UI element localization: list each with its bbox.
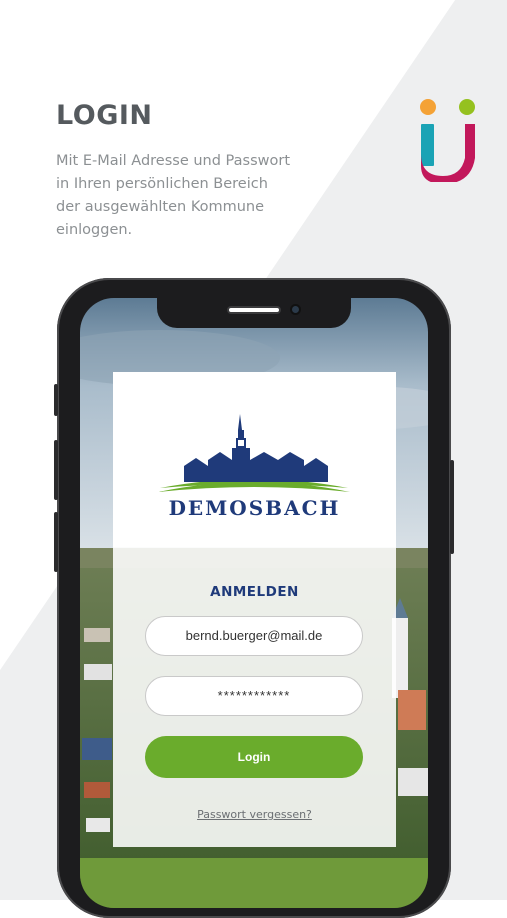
description-line: Mit E-Mail Adresse und Passwort xyxy=(56,153,291,169)
password-field[interactable]: ************ xyxy=(145,676,363,716)
page-description: Mit E-Mail Adresse und Passwort in Ihren… xyxy=(56,150,326,242)
town-name: DEMOSBACH xyxy=(168,496,341,520)
phone-speaker xyxy=(227,306,281,314)
description-line: in Ihren persönlichen Bereich xyxy=(56,176,268,192)
description-line: der ausgewählten Kommune xyxy=(56,199,265,215)
phone-side-button xyxy=(54,440,58,500)
forgot-password-link[interactable]: Passwort vergessen? xyxy=(113,808,396,821)
phone-side-button xyxy=(450,460,454,554)
login-button[interactable]: Login xyxy=(145,736,363,778)
phone-side-button xyxy=(54,384,58,416)
form-title: ANMELDEN xyxy=(210,584,299,600)
email-field[interactable]: bernd.buerger@mail.de xyxy=(145,616,363,656)
login-card: DEMOSBACH ANMELDEN bernd.buerger@mail.de… xyxy=(113,372,396,847)
page-heading: LOGIN xyxy=(56,100,153,131)
town-logo-icon xyxy=(158,414,350,492)
phone-camera xyxy=(290,304,301,315)
phone-side-button xyxy=(54,512,58,572)
description-line: einloggen. xyxy=(56,222,133,238)
brand-logo-icon xyxy=(420,99,475,182)
